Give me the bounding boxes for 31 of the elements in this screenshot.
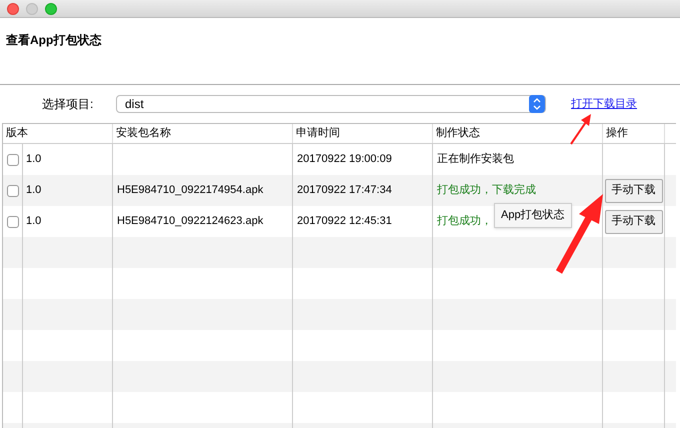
column-header[interactable]: 安装包名称 (116, 125, 171, 142)
row-checkbox[interactable] (6, 216, 18, 228)
zoom-icon[interactable] (45, 2, 57, 14)
minimize-icon[interactable] (26, 2, 38, 14)
row-checkbox[interactable] (6, 184, 18, 196)
project-label: 选择项目: (42, 96, 94, 113)
download-button[interactable]: 手动下载 (604, 210, 662, 234)
open-folder-link[interactable]: 打开下载目录 (571, 96, 637, 112)
table-cell-text: 20170922 12:45:31 (297, 214, 392, 230)
table-cell-text: 1.0 (25, 214, 42, 230)
column-header[interactable]: 操作 (606, 125, 628, 142)
tooltip: App打包状态 (494, 203, 572, 228)
project-select[interactable]: dist (116, 95, 546, 113)
download-button[interactable]: 手动下载 (604, 178, 662, 202)
close-icon[interactable] (7, 2, 19, 14)
table-cell-text: 1.0 (25, 152, 42, 168)
column-header[interactable]: 制作状态 (436, 125, 480, 142)
column-header[interactable]: 版本 (6, 125, 28, 142)
status-text: 打包成功，下载完成 (437, 182, 536, 198)
table-cell-text: H5E984710_0922174954.apk (117, 183, 264, 198)
table-cell-text: 20170922 19:00:09 (297, 152, 392, 168)
column-header[interactable]: 申请时间 (296, 125, 340, 142)
table-cell-text: H5E984710_0922124623.apk (117, 214, 264, 230)
table-cell-text: 20170922 17:47:34 (297, 183, 392, 198)
dropdown-icon (529, 95, 545, 113)
row-checkbox[interactable] (6, 154, 18, 166)
status-text: 正在制作安装包 (437, 152, 514, 168)
status-text: 打包成功， (437, 214, 492, 230)
window-title: 查看App打包状态 (6, 33, 102, 47)
annotation-arrow (568, 112, 594, 146)
table-cell-text: 1.0 (25, 183, 42, 198)
